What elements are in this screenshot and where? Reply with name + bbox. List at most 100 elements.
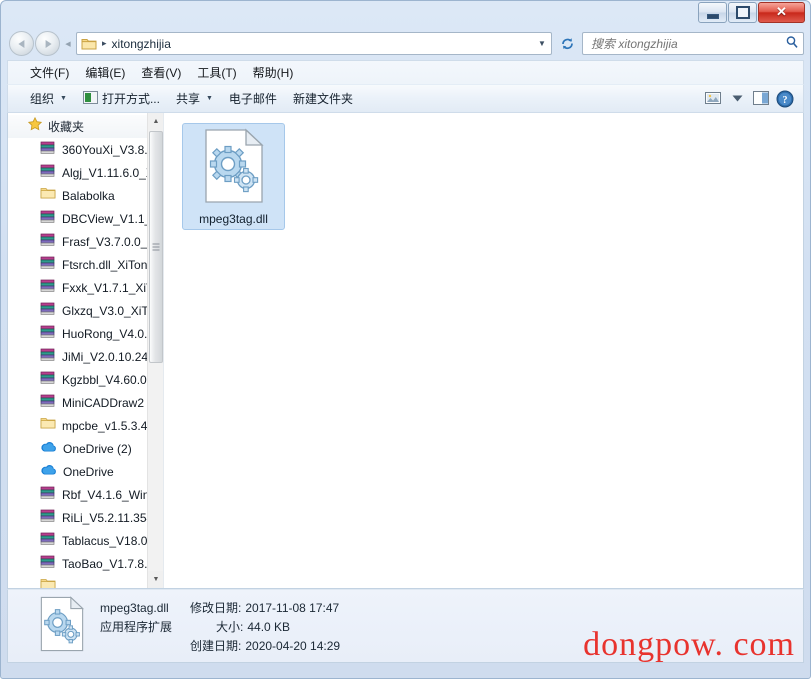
sidebar-item-label: MiniCADDraw2 <box>62 395 145 410</box>
archive-icon <box>40 255 56 275</box>
address-dropdown-icon[interactable]: ▼ <box>535 34 549 53</box>
archive-icon <box>40 347 56 367</box>
close-button[interactable]: ✕ <box>758 2 805 23</box>
archive-icon <box>40 163 56 183</box>
onedrive-icon <box>40 440 57 458</box>
sidebar-item-ftsrch[interactable]: Ftsrch.dll_XiTon <box>8 253 163 276</box>
menu-bar: 文件(F) 编辑(E) 查看(V) 工具(T) 帮助(H) <box>7 60 804 84</box>
sidebar-item-algj[interactable]: Algj_V1.11.6.0_X <box>8 161 163 184</box>
sidebar-item-label: Rbf_V4.1.6_Win <box>62 487 150 502</box>
folder-icon <box>40 577 56 588</box>
help-button[interactable]: ? <box>773 88 797 109</box>
details-created-label: 创建日期: <box>190 638 242 653</box>
sidebar-item-label: JiMi_V2.0.10.24 <box>62 349 149 364</box>
view-dropdown-caret-icon[interactable] <box>725 88 749 109</box>
sidebar-scrollbar[interactable]: ▲ ▼ <box>147 113 163 588</box>
menu-item-tools[interactable]: 工具(T) <box>189 61 244 84</box>
minimize-button[interactable] <box>698 2 727 23</box>
sidebar-item-label: TaoBao_V1.7.8. <box>62 556 148 571</box>
sidebar-item-rbf[interactable]: Rbf_V4.1.6_Win <box>8 483 163 506</box>
new-folder-label: 新建文件夹 <box>292 92 353 106</box>
email-button[interactable]: 电子邮件 <box>221 87 285 110</box>
scrollbar-thumb[interactable] <box>149 131 163 363</box>
open-with-icon <box>82 90 98 107</box>
sidebar-item-label: Fxxk_V1.7.1_XiT <box>62 280 154 295</box>
sidebar-item-jimi[interactable]: JiMi_V2.0.10.24 <box>8 345 163 368</box>
refresh-button[interactable] <box>556 32 578 55</box>
sidebar-item-partial[interactable] <box>8 575 163 588</box>
forward-arrow-icon <box>45 39 52 48</box>
details-modified-value: 2017-11-08 17:47 <box>245 600 340 615</box>
sidebar-item-onedrive-2[interactable]: OneDrive (2) <box>8 437 163 460</box>
change-view-button[interactable] <box>701 88 725 109</box>
back-button[interactable] <box>9 31 34 56</box>
svg-text:?: ? <box>783 95 788 106</box>
details-created-value: 2020-04-20 14:29 <box>245 638 341 653</box>
breadcrumb-separator-icon[interactable]: ▸ <box>102 38 107 49</box>
sidebar-item-360youxi[interactable]: 360YouXi_V3.8. <box>8 138 163 161</box>
email-label: 电子邮件 <box>228 92 277 106</box>
star-icon <box>27 116 43 136</box>
sidebar-item-label: mpcbe_v1.5.3.4 <box>62 418 148 433</box>
sidebar-item-huorong[interactable]: HuoRong_V4.0. <box>8 322 163 345</box>
menu-item-file[interactable]: 文件(F) <box>22 61 77 84</box>
menu-item-edit[interactable]: 编辑(E) <box>77 61 133 84</box>
sidebar-item-label: Ftsrch.dll_XiTon <box>62 257 148 272</box>
search-icon <box>785 35 799 52</box>
toolbar: 组织 ▼ 打开方式... 共享 ▼ 电子邮件 新建文件夹 ? <box>7 84 804 113</box>
scrollbar-grip-icon <box>152 243 160 251</box>
explorer-body: 收藏夹 360YouXi_V3.8. Algj_V1.11.6.0_X Bala… <box>7 113 804 589</box>
sidebar-item-label: HuoRong_V4.0. <box>62 326 148 341</box>
archive-icon <box>40 370 56 390</box>
sidebar-item-label: RiLi_V5.2.11.354 <box>62 510 154 525</box>
sidebar-item-fxxk[interactable]: Fxxk_V1.7.1_XiT <box>8 276 163 299</box>
folder-icon <box>40 416 56 435</box>
sidebar-item-label: OneDrive <box>63 464 114 479</box>
nav-buttons: ◀ <box>9 31 76 56</box>
breadcrumb-current-folder[interactable]: xitongzhijia <box>112 37 171 51</box>
preview-pane-button[interactable] <box>749 88 773 109</box>
sidebar-item-rili[interactable]: RiLi_V5.2.11.354 <box>8 506 163 529</box>
file-item-mpeg3tag[interactable]: mpeg3tag.dll <box>182 123 285 230</box>
organize-button[interactable]: 组织 ▼ <box>22 87 75 110</box>
search-input[interactable] <box>591 36 785 51</box>
folder-icon <box>81 37 97 51</box>
chevron-down-icon: ▼ <box>205 95 213 102</box>
sidebar-item-taobao[interactable]: TaoBao_V1.7.8. <box>8 552 163 575</box>
share-button[interactable]: 共享 ▼ <box>168 87 221 110</box>
maximize-button[interactable] <box>728 2 757 23</box>
details-fields: mpeg3tag.dll 修改日期: 2017-11-08 17:47 应用程序… <box>100 599 340 654</box>
recent-pages-caret-icon[interactable]: ◀ <box>62 35 74 53</box>
menu-item-help[interactable]: 帮助(H) <box>245 61 302 84</box>
scroll-up-arrow-icon[interactable]: ▲ <box>148 113 163 130</box>
window-controls: ✕ <box>697 2 805 23</box>
sidebar-item-onedrive[interactable]: OneDrive <box>8 460 163 483</box>
sidebar-item-kgzbbl[interactable]: Kgzbbl_V4.60.0 <box>8 368 163 391</box>
sidebar-item-minicaddraw2[interactable]: MiniCADDraw2 <box>8 391 163 414</box>
sidebar-item-glxzq[interactable]: Glxzq_V3.0_XiT <box>8 299 163 322</box>
details-pane: mpeg3tag.dll 修改日期: 2017-11-08 17:47 应用程序… <box>7 589 804 663</box>
file-list-pane[interactable]: mpeg3tag.dll <box>164 113 803 588</box>
sidebar-item-label: Balabolka <box>62 188 115 203</box>
archive-icon <box>40 324 56 344</box>
sidebar-group-favorites[interactable]: 收藏夹 <box>8 115 163 138</box>
open-with-button[interactable]: 打开方式... <box>75 87 168 110</box>
address-bar[interactable]: ▸ xitongzhijia ▼ <box>76 32 552 55</box>
archive-icon <box>40 232 56 252</box>
archive-icon <box>40 531 56 551</box>
forward-button[interactable] <box>35 31 60 56</box>
navigation-pane-list: 收藏夹 360YouXi_V3.8. Algj_V1.11.6.0_X Bala… <box>8 113 163 588</box>
system-dll-icon <box>202 128 266 209</box>
back-arrow-icon <box>17 39 24 48</box>
navigation-bar: ◀ ▸ xitongzhijia ▼ <box>7 29 804 58</box>
search-box[interactable] <box>582 32 804 55</box>
sidebar-item-mpcbe[interactable]: mpcbe_v1.5.3.4 <box>8 414 163 437</box>
sidebar-item-balabolka[interactable]: Balabolka <box>8 184 163 207</box>
new-folder-button[interactable]: 新建文件夹 <box>285 87 361 110</box>
sidebar-item-tablacus[interactable]: Tablacus_V18.0 <box>8 529 163 552</box>
explorer-window: ✕ ◀ ▸ xitongzhijia ▼ 搜索 xitongzhijia 文件(… <box>0 0 811 679</box>
scroll-down-arrow-icon[interactable]: ▼ <box>148 571 163 588</box>
menu-item-view[interactable]: 查看(V) <box>133 61 189 84</box>
sidebar-item-frasf[interactable]: Frasf_V3.7.0.0_X <box>8 230 163 253</box>
sidebar-item-dbcview[interactable]: DBCView_V1.1_ <box>8 207 163 230</box>
